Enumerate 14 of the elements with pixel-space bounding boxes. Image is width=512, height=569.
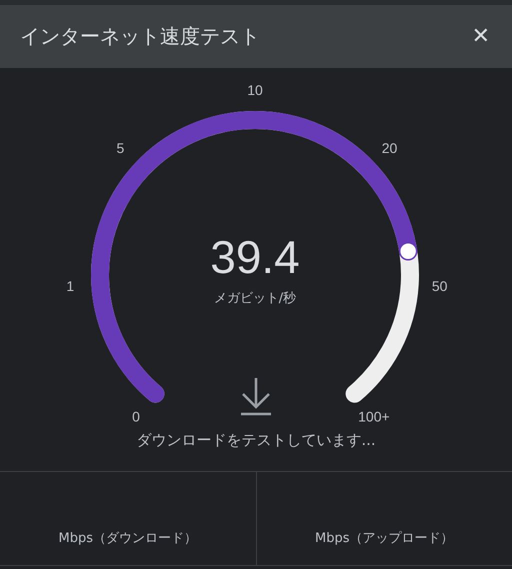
scale-label: 50 [432, 278, 448, 294]
scale-label: 100+ [358, 408, 390, 425]
scale-label: 1 [66, 278, 74, 294]
status-text: ダウンロードをテストしています... [135, 430, 377, 451]
scale-label: 0 [132, 408, 140, 425]
scale-label: 20 [382, 140, 398, 156]
scale-label: 10 [247, 82, 263, 98]
scale-label: 5 [116, 140, 124, 156]
result-label: Mbps（アップロード） [315, 530, 454, 547]
window-title: インターネット速度テスト [20, 23, 260, 50]
close-button[interactable]: ✕ [468, 22, 494, 51]
speed-value: 39.4 [210, 231, 300, 283]
result-label: Mbps（ダウンロード） [58, 530, 197, 547]
speed-unit: メガビット/秒 [214, 291, 296, 306]
